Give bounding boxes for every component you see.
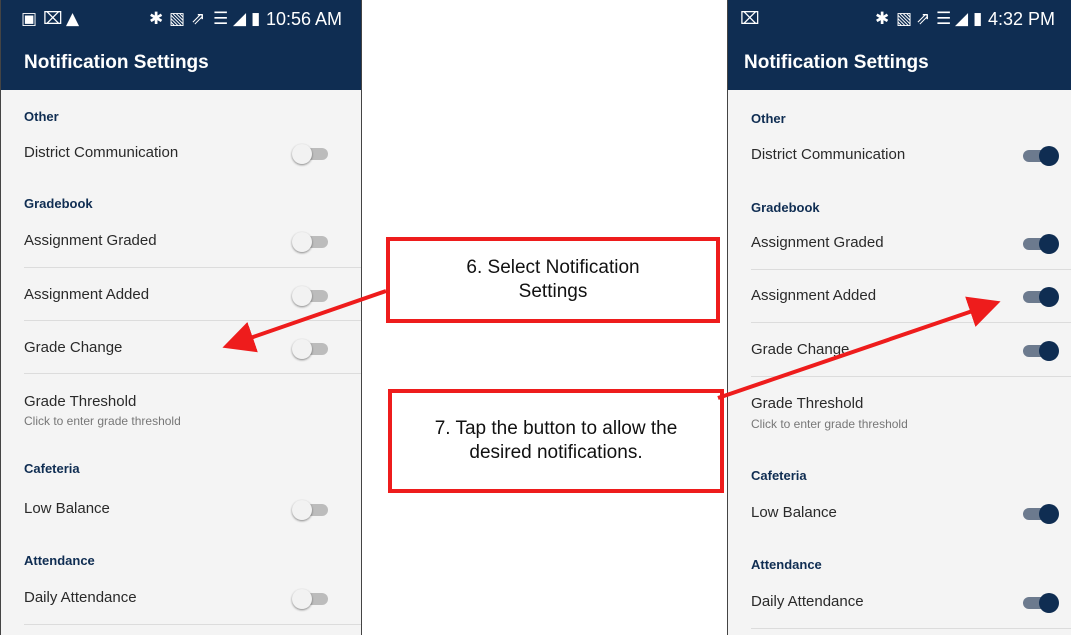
callout-arrows bbox=[222, 289, 1001, 400]
arrow-to-grade-change bbox=[222, 289, 387, 353]
arrow-to-assignment-added-toggle bbox=[717, 296, 1001, 400]
